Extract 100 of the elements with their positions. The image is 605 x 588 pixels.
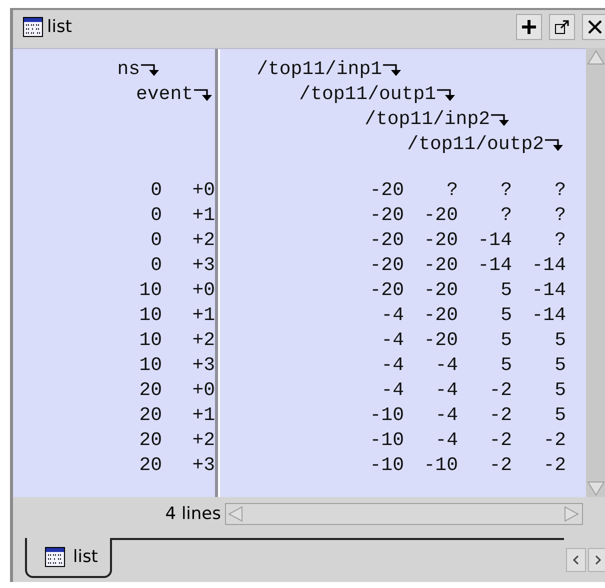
chevron-right-icon	[593, 554, 603, 566]
value-cell-text: -4	[380, 304, 404, 326]
value-cell-text: -10	[368, 429, 404, 452]
time-cell-text: 20	[138, 429, 162, 452]
column-header[interactable]: event	[136, 83, 215, 106]
tab-next-button[interactable]	[588, 548, 605, 572]
value-cell-text: -10	[368, 404, 404, 426]
value-cell-text: 5	[500, 304, 512, 326]
value-cell-text: -4	[380, 379, 404, 402]
value-cell-text: -2	[488, 404, 512, 426]
value-cell-text: -14	[530, 254, 566, 276]
value-cell-text: -20	[368, 229, 404, 252]
value-cell-text: -10	[422, 454, 458, 476]
time-cell-text: 20	[138, 379, 162, 402]
value-cell-text: -2	[542, 429, 566, 452]
value-cell-text: 5	[554, 379, 566, 402]
value-cell-text: -20	[422, 304, 458, 326]
value-cell-text: -2	[488, 454, 512, 476]
delta-cell-text: +0	[191, 279, 215, 302]
bent-arrow-icon	[140, 61, 162, 78]
value-cell-text: -2	[488, 379, 512, 402]
value-cell-text: ?	[500, 179, 512, 202]
value-cell-text: -4	[434, 354, 458, 376]
value-cell-text: -20	[422, 229, 458, 252]
value-cell-text: -20	[422, 254, 458, 276]
undock-icon	[554, 18, 570, 35]
value-cell-text: -10	[368, 454, 404, 476]
close-icon	[587, 18, 603, 35]
list-window-icon	[45, 547, 65, 568]
value-cell-text: -20	[368, 254, 404, 276]
value-cell-text: -2	[488, 429, 512, 452]
add-button[interactable]	[516, 14, 542, 40]
value-cell-text: ?	[554, 229, 566, 252]
signal-header[interactable]: /top11/inp1	[256, 58, 404, 80]
value-cell-text: -4	[434, 404, 458, 426]
signal-header[interactable]: /top11/outp1	[299, 83, 458, 106]
bent-arrow-icon	[544, 136, 566, 152]
chevron-left-icon	[571, 554, 581, 566]
vertical-scrollbar[interactable]	[586, 48, 605, 497]
tab-prev-button[interactable]	[566, 548, 586, 572]
scroll-up-icon[interactable]	[586, 48, 605, 66]
value-cell-text: -14	[530, 304, 566, 326]
value-cell-text: -20	[422, 279, 458, 302]
signal-header[interactable]: /top11/outp2	[407, 133, 566, 156]
plus-icon	[521, 18, 537, 35]
time-cell-text: 10	[138, 304, 162, 326]
value-cell-text: 5	[554, 329, 566, 352]
delta-cell-text: +1	[191, 404, 215, 426]
value-cell-text: -20	[422, 329, 458, 352]
value-cell-text: ?	[446, 179, 458, 202]
delta-cell-text: +1	[191, 304, 215, 326]
list-window-icon	[23, 16, 43, 37]
time-cell-text: 0	[150, 179, 162, 202]
time-cell-text: 0	[150, 254, 162, 276]
delta-cell-text: +3	[191, 454, 215, 476]
delta-cell-text: +3	[191, 354, 215, 376]
delta-cell-text: +1	[191, 204, 215, 226]
delta-cell-text: +3	[191, 254, 215, 276]
signal-header[interactable]: /top11/inp2	[364, 108, 512, 130]
delta-cell-text: +0	[191, 179, 215, 202]
value-cell-text: -4	[380, 329, 404, 352]
value-cell-text: -20	[368, 204, 404, 226]
delta-cell-text: +2	[191, 429, 215, 452]
value-cell-text: ?	[500, 204, 512, 226]
value-cell-text: -4	[434, 379, 458, 402]
value-cell-text: 5	[500, 329, 512, 352]
time-cell-text: 20	[138, 404, 162, 426]
line-count: 4 lines	[164, 504, 222, 524]
value-cell-text: 5	[554, 404, 566, 426]
delta-cell-text: +2	[191, 229, 215, 252]
value-cell-text: -14	[476, 229, 512, 252]
value-cell-text: 5	[554, 354, 566, 376]
horizontal-scrollbar[interactable]	[225, 503, 583, 526]
time-cell-text: 10	[138, 279, 162, 302]
undock-button[interactable]	[549, 14, 575, 40]
window-title: list	[47, 16, 73, 37]
bent-arrow-icon	[490, 111, 512, 128]
time-cell-text: 10	[138, 329, 162, 352]
value-cell-text: -4	[434, 429, 458, 452]
scroll-down-icon[interactable]	[586, 478, 605, 497]
value-cell-text: -14	[530, 279, 566, 302]
value-cell-text: 5	[500, 354, 512, 376]
value-cell-text: -14	[476, 254, 512, 276]
delta-cell-text: +0	[191, 379, 215, 402]
bent-arrow-icon	[193, 86, 215, 102]
bent-arrow-icon	[436, 86, 458, 102]
time-cell-text: 20	[138, 454, 162, 476]
value-cell-text: -20	[368, 179, 404, 202]
time-cell-text: 0	[150, 229, 162, 252]
time-cell-text: 0	[150, 204, 162, 226]
value-cell-text: -4	[380, 354, 404, 376]
value-cell-text: ?	[554, 204, 566, 226]
close-button[interactable]	[582, 14, 605, 40]
column-header[interactable]: ns	[117, 58, 162, 80]
time-cell-text: 10	[138, 354, 162, 376]
value-cell-text: -2	[542, 454, 566, 476]
delta-cell-text: +2	[191, 329, 215, 352]
value-cell-text: -20	[368, 279, 404, 302]
value-cell-text: 5	[500, 279, 512, 302]
tab[interactable]: list	[25, 538, 112, 578]
